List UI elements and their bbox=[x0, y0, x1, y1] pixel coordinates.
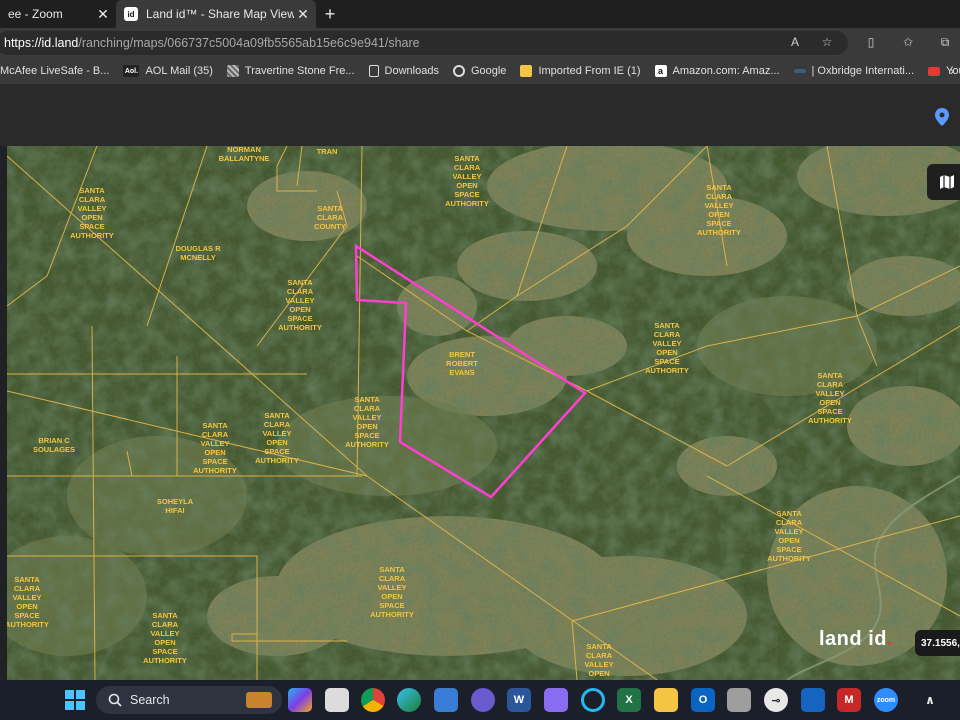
tab-zoom[interactable]: ee - Zoom ✕ bbox=[0, 0, 116, 28]
bookmark-downloads[interactable]: Downloads bbox=[368, 65, 439, 77]
parcel-owner-label: BRIAN C SOULAGES bbox=[33, 436, 75, 454]
parcel-owner-label: TRAN bbox=[317, 147, 338, 156]
bookmark-label: Google bbox=[470, 65, 507, 77]
favorites-icon[interactable]: ✩ bbox=[900, 34, 916, 50]
alexa-icon[interactable] bbox=[581, 688, 605, 712]
url-field[interactable]: https://id.land/ranching/maps/066737c500… bbox=[0, 31, 848, 55]
windows-taskbar: Search W X O ⊸ M zoom ∧ bbox=[0, 680, 960, 720]
url-path: /ranching/maps/066737c5004a09fb5565ab15e… bbox=[78, 36, 420, 50]
browser-tab-bar: ee - Zoom ✕ id Land id™ - Share Map View… bbox=[0, 0, 960, 28]
stone-icon bbox=[226, 65, 239, 77]
close-tab-icon[interactable]: ✕ bbox=[94, 6, 112, 23]
close-tab-icon[interactable]: ✕ bbox=[294, 6, 312, 23]
google-icon bbox=[452, 65, 465, 77]
edge-icon[interactable] bbox=[397, 688, 421, 712]
bookmark-aol[interactable]: Aol. AOL Mail (35) bbox=[123, 65, 213, 77]
bookmark-label: Imported From IE (1) bbox=[538, 65, 641, 77]
bookmark-mcafee[interactable]: McAfee LiveSafe - B... bbox=[0, 65, 109, 77]
oxbridge-icon bbox=[793, 69, 806, 73]
satellite-map[interactable]: NORMAN BALLANTYNETRANSANTA CLARA COUNTYSANT… bbox=[7, 146, 960, 680]
bookmark-label: Downloads bbox=[384, 65, 439, 77]
parcel-owner-label: DOUGLAS R MCNELLY bbox=[176, 244, 222, 262]
bookmark-label: Travertine Stone Fre... bbox=[244, 65, 355, 77]
app-header bbox=[0, 84, 960, 146]
location-pin-icon[interactable] bbox=[935, 108, 949, 126]
map-icon bbox=[940, 175, 954, 189]
bookmarks-bar: McAfee LiveSafe - B... Aol. AOL Mail (35… bbox=[0, 58, 960, 84]
bookmark-label: McAfee LiveSafe - B... bbox=[0, 65, 110, 77]
excel-icon[interactable]: X bbox=[617, 688, 641, 712]
bookmark-label: AOL Mail (35) bbox=[145, 65, 213, 77]
search-label: Search bbox=[130, 693, 170, 707]
bookmark-youtube[interactable]: YouTube bbox=[928, 65, 960, 77]
key-icon[interactable]: ⊸ bbox=[764, 688, 788, 712]
vpn-icon[interactable] bbox=[801, 688, 825, 712]
parcel-owner-label: BRENT ROBERT EVANS bbox=[446, 350, 478, 377]
copilot-icon[interactable] bbox=[288, 688, 312, 712]
collections-icon[interactable]: ⧉ bbox=[937, 34, 953, 50]
bookmark-imported-ie[interactable]: Imported From IE (1) bbox=[520, 65, 641, 77]
search-icon bbox=[108, 693, 122, 707]
new-tab-button[interactable]: + bbox=[320, 4, 340, 24]
map-layers-button[interactable] bbox=[927, 164, 960, 200]
favorite-star-icon[interactable]: ☆ bbox=[819, 34, 835, 50]
parcel-owner-label: SANTA CLARA COUNTY bbox=[314, 204, 346, 231]
task-view-icon[interactable] bbox=[325, 688, 349, 712]
landid-logo: land id. bbox=[819, 628, 893, 651]
app-icon[interactable] bbox=[544, 688, 568, 712]
coordinates-readout: 37.1556, bbox=[915, 630, 960, 656]
windows-start-icon[interactable] bbox=[63, 688, 87, 712]
bookmark-amazon[interactable]: a Amazon.com: Amaz... bbox=[654, 65, 780, 77]
logo-dot: . bbox=[886, 628, 894, 650]
tab-title: ee - Zoom bbox=[8, 7, 63, 21]
aol-icon: Aol. bbox=[123, 65, 140, 77]
folder-icon bbox=[520, 65, 533, 77]
store-icon[interactable] bbox=[434, 688, 458, 712]
quicken-icon[interactable] bbox=[471, 688, 495, 712]
read-aloud-icon[interactable]: A bbox=[787, 34, 803, 50]
parcel-owner-label: SANTA CLARA VALLEY OPEN bbox=[584, 642, 613, 678]
chrome-icon[interactable] bbox=[361, 688, 385, 712]
file-explorer-icon[interactable] bbox=[654, 688, 678, 712]
logo-text-id: id bbox=[868, 628, 887, 650]
bookmark-label: Amazon.com: Amaz... bbox=[672, 65, 780, 77]
bookmark-label: | Oxbridge Internati... bbox=[811, 65, 915, 77]
url-text[interactable]: https://id.land/ranching/maps/066737c500… bbox=[4, 36, 420, 50]
bookmark-travertine[interactable]: Travertine Stone Fre... bbox=[226, 65, 355, 77]
address-bar: https://id.land/ranching/maps/066737c500… bbox=[0, 28, 960, 58]
zoom-icon[interactable]: zoom bbox=[874, 688, 898, 712]
taskbar-search[interactable]: Search bbox=[96, 686, 282, 714]
chevron-up-icon[interactable]: ∧ bbox=[918, 688, 942, 712]
split-screen-icon[interactable]: ▯ bbox=[863, 34, 879, 50]
outlook-icon[interactable]: O bbox=[691, 688, 715, 712]
mcafee-icon[interactable]: M bbox=[837, 688, 861, 712]
amazon-icon: a bbox=[654, 65, 667, 77]
widgets-icon bbox=[246, 692, 272, 708]
tab-landid[interactable]: id Land id™ - Share Map View - Bra ✕ bbox=[116, 0, 316, 28]
tab-title: Land id™ - Share Map View - Bra bbox=[146, 7, 294, 21]
word-icon[interactable]: W bbox=[507, 688, 531, 712]
url-host: https://id.land bbox=[4, 36, 79, 50]
map-view[interactable]: NORMAN BALLANTYNE TRAN SANTA CLARA COUNTY SANT… bbox=[7, 146, 960, 680]
logo-text: land bbox=[819, 628, 863, 650]
chevron-right-icon[interactable]: › bbox=[950, 64, 954, 78]
bookmark-oxbridge[interactable]: | Oxbridge Internati... bbox=[793, 65, 915, 77]
youtube-icon bbox=[928, 66, 941, 76]
file-icon bbox=[368, 65, 379, 77]
bookmark-google[interactable]: Google bbox=[452, 65, 507, 77]
printer-icon[interactable] bbox=[727, 688, 751, 712]
landid-icon: id bbox=[124, 7, 138, 21]
